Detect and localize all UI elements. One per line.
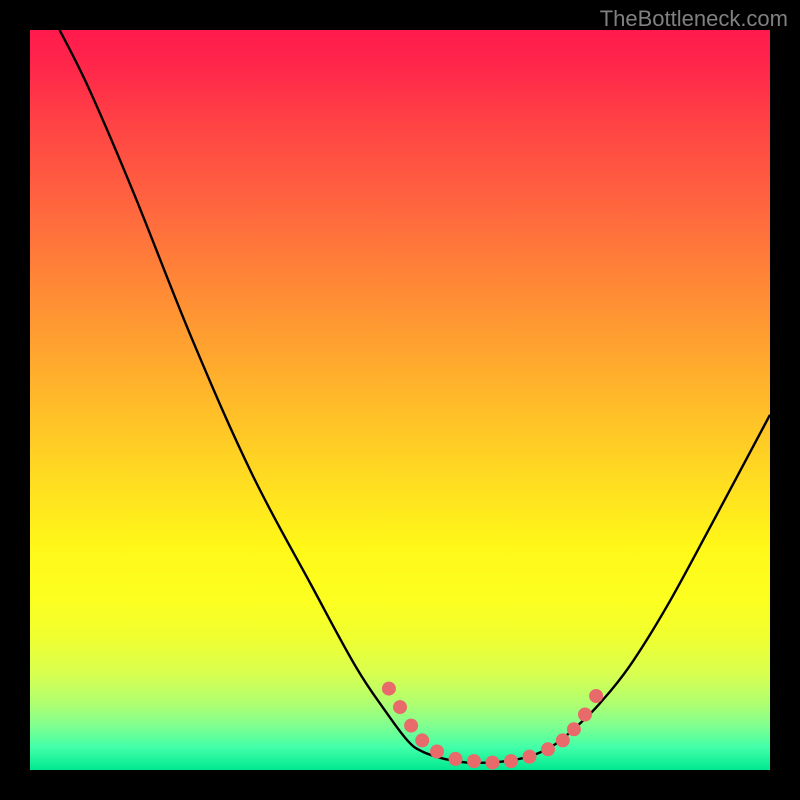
data-marker — [415, 733, 429, 747]
watermark-text: TheBottleneck.com — [600, 6, 788, 32]
data-marker — [486, 756, 500, 770]
data-marker — [589, 689, 603, 703]
data-marker — [523, 750, 537, 764]
data-markers — [382, 682, 603, 770]
data-marker — [578, 708, 592, 722]
data-marker — [504, 754, 518, 768]
data-marker — [556, 733, 570, 747]
data-marker — [541, 742, 555, 756]
data-marker — [393, 700, 407, 714]
data-marker — [430, 745, 444, 759]
data-marker — [467, 754, 481, 768]
data-marker — [567, 722, 581, 736]
data-marker — [449, 752, 463, 766]
bottleneck-curve — [60, 30, 770, 763]
data-marker — [382, 682, 396, 696]
plot-area — [30, 30, 770, 770]
chart-svg — [30, 30, 770, 770]
data-marker — [404, 719, 418, 733]
chart-container: TheBottleneck.com — [0, 0, 800, 800]
